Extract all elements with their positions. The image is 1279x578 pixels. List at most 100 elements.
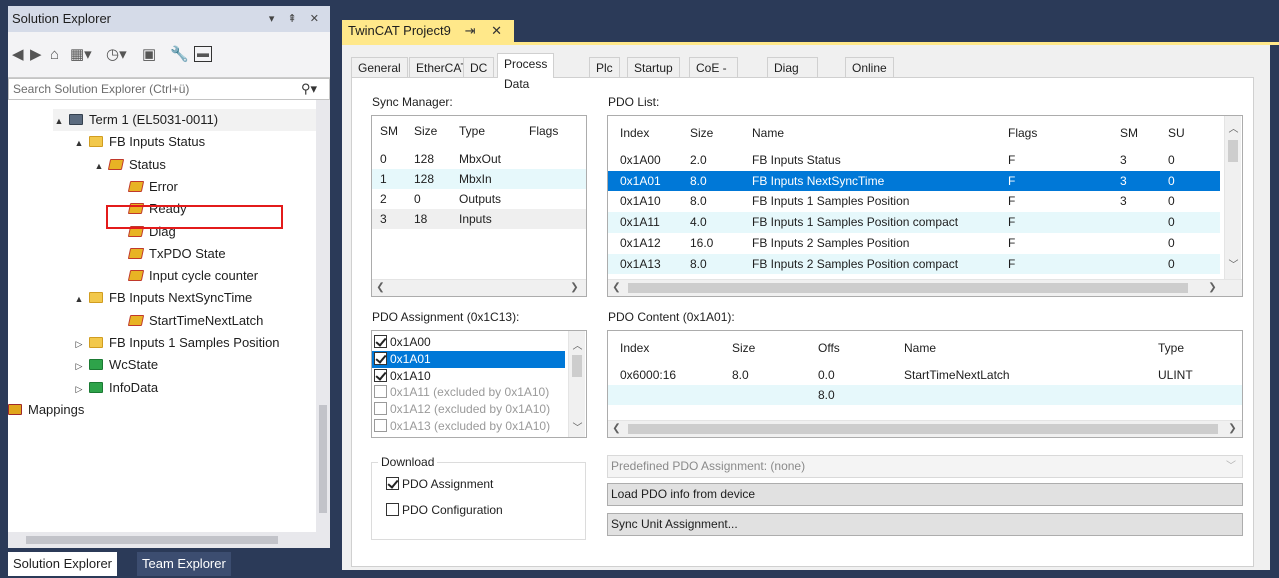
chevron-icon[interactable]: ▲ bbox=[53, 110, 65, 132]
scrollbar-thumb[interactable] bbox=[628, 283, 1188, 293]
tab-online[interactable]: Online bbox=[845, 57, 894, 77]
horizontal-scrollbar[interactable]: ❮ ❯ bbox=[608, 279, 1242, 296]
scroll-up-icon[interactable]: ︿ bbox=[1225, 120, 1242, 135]
checkbox-unchecked-icon[interactable] bbox=[374, 402, 387, 416]
checkbox-unchecked-icon[interactable] bbox=[374, 419, 387, 432]
column-header[interactable]: SM bbox=[1120, 126, 1138, 140]
column-header[interactable]: Type bbox=[1158, 341, 1184, 355]
preview-icon[interactable]: ▬ bbox=[194, 46, 212, 62]
forward-icon[interactable]: ▶ bbox=[30, 46, 42, 64]
table-row[interactable]: 0x6000:16 8.0 0.0 StartTimeNextLatch ULINT bbox=[608, 365, 1242, 385]
tree-item[interactable]: Mappings bbox=[8, 399, 84, 421]
search-icon[interactable]: ⚲▾ bbox=[301, 79, 317, 99]
sync-unit-assignment-button[interactable]: Sync Unit Assignment... bbox=[607, 513, 1243, 536]
checkbox-checked-icon[interactable] bbox=[374, 368, 387, 382]
scroll-down-icon[interactable]: ﹀ bbox=[569, 419, 586, 434]
scroll-left-icon[interactable]: ❮ bbox=[608, 423, 625, 434]
tree-horizontal-scrollbar[interactable] bbox=[8, 532, 330, 548]
chevron-icon[interactable]: ▷ bbox=[73, 355, 85, 377]
table-row[interactable]: 0x1A13 8.0 FB Inputs 2 Samples Position co… bbox=[608, 253, 1220, 275]
pdo-assignment-item[interactable]: 0x1A01 bbox=[372, 350, 565, 368]
column-header[interactable]: Flags bbox=[1008, 126, 1037, 140]
back-icon[interactable]: ◀ bbox=[12, 46, 24, 64]
tab-team-explorer[interactable]: Team Explorer bbox=[137, 552, 231, 576]
chevron-icon[interactable]: ▷ bbox=[73, 333, 85, 355]
checkbox-unchecked-icon[interactable] bbox=[374, 385, 387, 399]
tab-diag-history[interactable]: Diag History bbox=[767, 57, 819, 95]
wrench-icon[interactable]: 🔧 bbox=[170, 46, 189, 64]
tree-item[interactable]: Input cycle counter bbox=[113, 265, 258, 287]
document-tab[interactable]: TwinCAT Project9 ⇥ ✕ bbox=[342, 20, 514, 42]
scroll-right-icon[interactable]: ❯ bbox=[1204, 282, 1221, 293]
vertical-scrollbar[interactable]: ︿ ﹀ bbox=[1224, 116, 1241, 279]
pdo-assignment-checkbox[interactable]: PDO Assignment bbox=[386, 477, 493, 491]
scroll-left-icon[interactable]: ❮ bbox=[372, 282, 389, 293]
checkbox-unchecked-icon[interactable] bbox=[386, 503, 399, 516]
column-header[interactable]: Index bbox=[620, 341, 649, 355]
tree-item[interactable]: TxPDO State bbox=[113, 243, 226, 265]
horizontal-scrollbar[interactable]: ❮ ❯ bbox=[372, 279, 586, 296]
chevron-icon[interactable]: ▲ bbox=[73, 132, 85, 154]
chevron-icon[interactable]: ▷ bbox=[73, 378, 85, 400]
table-row[interactable]: 0x1A01 8.0 FB Inputs NextSyncTime F 3 0 bbox=[608, 170, 1220, 192]
tab-plc[interactable]: Plc bbox=[589, 57, 620, 77]
tree-item[interactable]: ▲ FB Inputs Status bbox=[73, 131, 206, 154]
tab-process-data[interactable]: Process Data bbox=[497, 53, 555, 91]
table-row[interactable]: 0x1A12 16.0 FB Inputs 2 Samples Position F 0 bbox=[608, 233, 1220, 254]
table-row[interactable]: 0x1A11 4.0 FB Inputs 1 Samples Position co… bbox=[608, 212, 1220, 233]
scrollbar-thumb[interactable] bbox=[26, 536, 278, 544]
chevron-icon[interactable]: ▲ bbox=[73, 288, 85, 310]
load-pdo-info-button[interactable]: Load PDO info from device bbox=[607, 483, 1243, 506]
scrollbar-thumb[interactable] bbox=[392, 283, 562, 293]
panel-window-buttons[interactable]: ▾ ⇞ ✕ bbox=[269, 6, 324, 32]
history-icon[interactable]: ◷▾ bbox=[106, 46, 127, 64]
tab-coe-online[interactable]: CoE - Online bbox=[689, 57, 738, 95]
pdo-configuration-checkbox[interactable]: PDO Configuration bbox=[386, 503, 503, 517]
column-header[interactable]: Size bbox=[414, 124, 437, 138]
tab-general[interactable]: General bbox=[351, 57, 408, 77]
tree-vertical-scrollbar[interactable] bbox=[316, 100, 330, 532]
collapse-all-icon[interactable]: ▣ bbox=[142, 46, 156, 64]
scrollbar-thumb[interactable] bbox=[572, 355, 582, 377]
scroll-right-icon[interactable]: ❯ bbox=[566, 282, 583, 293]
checkbox-checked-icon[interactable] bbox=[374, 335, 387, 348]
column-header[interactable]: SU bbox=[1168, 126, 1185, 140]
column-header[interactable]: Size bbox=[732, 341, 755, 355]
checkbox-checked-icon[interactable] bbox=[386, 477, 399, 490]
table-row[interactable]: 0 128 MbxOut bbox=[372, 149, 586, 169]
scrollbar-thumb[interactable] bbox=[628, 424, 1218, 434]
scroll-up-icon[interactable]: ︿ bbox=[569, 337, 586, 352]
switch-views-icon[interactable]: ▦▾ bbox=[70, 46, 92, 64]
horizontal-scrollbar[interactable]: ❮ ❯ bbox=[608, 420, 1242, 437]
tab-dc[interactable]: DC bbox=[463, 57, 495, 77]
table-row[interactable]: 1 128 MbxIn bbox=[372, 169, 586, 189]
table-row[interactable]: 3 18 Inputs bbox=[372, 209, 586, 229]
tree-item[interactable]: ▷ InfoData bbox=[73, 377, 159, 400]
home-icon[interactable]: ⌂ bbox=[50, 46, 59, 64]
column-header[interactable]: Flags bbox=[529, 124, 558, 138]
tree-item[interactable]: Error bbox=[113, 176, 178, 198]
column-header[interactable]: Index bbox=[620, 126, 649, 140]
table-row[interactable]: 8.0 bbox=[608, 385, 1242, 405]
scrollbar-thumb[interactable] bbox=[1228, 140, 1238, 162]
tab-solution-explorer[interactable]: Solution Explorer bbox=[8, 552, 117, 576]
tree-item[interactable]: ▷ WcState bbox=[73, 354, 159, 377]
vertical-scrollbar[interactable]: ︿ ﹀ bbox=[568, 331, 585, 437]
column-header[interactable]: Size bbox=[690, 126, 713, 140]
scroll-left-icon[interactable]: ❮ bbox=[608, 282, 625, 293]
pdo-assignment-item[interactable]: 0x1A10 bbox=[372, 368, 565, 385]
tree-item[interactable]: ▷ FB Inputs 1 Samples Position bbox=[73, 332, 280, 354]
document-tab-buttons[interactable]: ⇥ ✕ bbox=[465, 20, 508, 42]
column-header[interactable]: Offs bbox=[818, 341, 840, 355]
scroll-down-icon[interactable]: ﹀ bbox=[1225, 256, 1242, 271]
tree-item[interactable]: ▲ Status bbox=[93, 154, 166, 176]
table-row[interactable]: 0x1A10 8.0 FB Inputs 1 Samples Position F 3 0 bbox=[608, 191, 1220, 212]
scrollbar-thumb[interactable] bbox=[319, 405, 327, 513]
column-header[interactable]: Name bbox=[904, 341, 936, 355]
chevron-icon[interactable]: ▲ bbox=[93, 155, 105, 177]
tree-item[interactable]: StartTimeNextLatch bbox=[113, 310, 263, 332]
predefined-pdo-dropdown[interactable]: Predefined PDO Assignment: (none) ﹀ bbox=[607, 455, 1243, 478]
column-header[interactable]: Name bbox=[752, 126, 784, 140]
tree-item[interactable]: ▲ Term 1 (EL5031-0011) bbox=[53, 109, 316, 131]
table-row[interactable]: 0x1A00 2.0 FB Inputs Status F 3 0 bbox=[608, 150, 1220, 171]
